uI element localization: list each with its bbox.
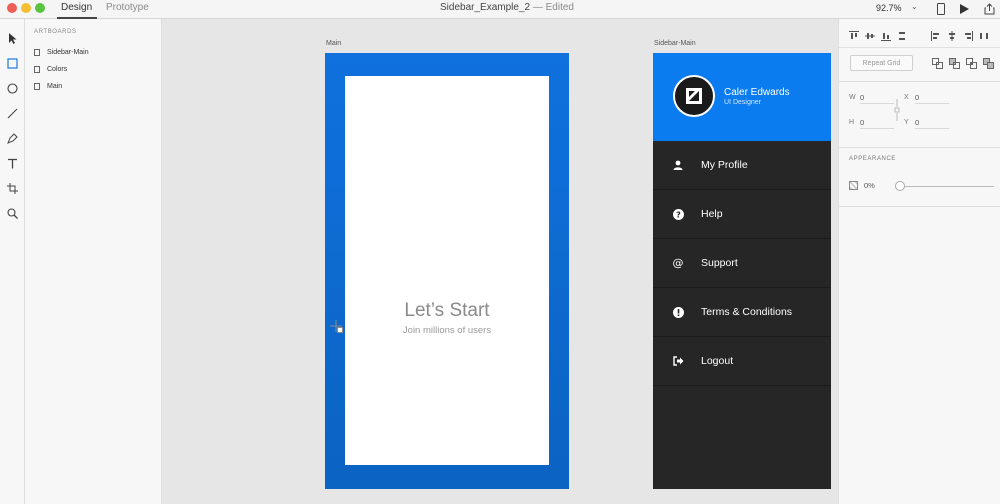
zoom-level[interactable]: 92.7% [876,3,902,13]
line-tool-icon[interactable] [4,105,20,121]
artboard-item-label: Main [47,82,63,90]
artboard-tool-icon[interactable] [4,180,20,196]
tab-design[interactable]: Design [61,2,92,13]
menu-item-logout[interactable]: Logout [653,337,831,386]
appearance-header: APPEARANCE [849,156,897,162]
boolean-exclude-icon[interactable] [983,58,994,69]
document-name: Sidebar_Example_2 [440,2,531,13]
zoom-window-button[interactable] [35,3,45,13]
ellipse-tool-icon[interactable] [4,80,20,96]
brand-logo-icon [686,88,702,104]
close-window-button[interactable] [7,3,17,13]
opacity-slider-track[interactable] [899,186,994,187]
menu-item-label: Terms & Conditions [701,306,793,318]
document-title: Sidebar_Example_2 — Edited [440,2,574,13]
artboard-icon [34,48,40,56]
menu-item-label: Support [701,257,738,269]
hero-subtitle: Join millions of users [402,325,492,336]
sidebar-artboard[interactable]: Caler Edwards UI Designer My Profile ? H… [653,53,831,489]
logout-icon [671,354,685,368]
opacity-field[interactable]: 0% [864,181,875,190]
x-field[interactable]: 0 [915,93,949,104]
align-bottom-icon[interactable] [881,31,891,41]
select-tool-icon[interactable] [4,30,20,46]
align-middle-icon[interactable] [865,31,875,41]
repeat-grid-button[interactable]: Repeat Grid [850,55,913,71]
x-label: X [904,94,909,101]
crosshair-cursor-icon [330,320,344,334]
avatar[interactable] [673,75,715,117]
menu-item-support[interactable]: @ Support [653,239,831,288]
hero-title: Let’s Start [404,300,490,321]
align-top-icon[interactable] [849,31,859,41]
distribute-horizontal-icon[interactable] [979,31,989,41]
exclamation-icon [671,305,685,319]
zoom-tool-icon[interactable] [4,205,20,221]
at-icon: @ [671,256,685,270]
artboards-header: ARTBOARDS [34,29,77,35]
device-preview-icon[interactable] [934,1,948,17]
app-window: Design Prototype Sidebar_Example_2 — Edi… [0,0,1000,504]
svg-text:@: @ [673,257,684,269]
artboard-item-sidebar-main[interactable]: Sidebar-Main [34,46,89,58]
share-icon[interactable] [982,1,996,17]
y-field[interactable]: 0 [915,118,949,129]
divider [839,206,1000,207]
height-label: H [849,119,855,126]
divider [839,147,1000,148]
artboard-item-label: Sidebar-Main [47,48,89,56]
lock-aspect-icon[interactable] [894,99,900,121]
menu-item-help[interactable]: ? Help [653,190,831,239]
pen-tool-icon[interactable] [4,130,20,146]
play-icon[interactable] [957,1,971,17]
rectangle-tool-icon[interactable] [4,55,20,71]
height-field[interactable]: 0 [860,118,894,129]
distribute-vertical-icon[interactable] [897,31,907,41]
svg-text:?: ? [676,210,681,219]
boolean-subtract-icon[interactable] [949,58,960,69]
divider [839,81,1000,82]
design-canvas[interactable]: Main Let’s Start Join millions of users … [162,19,838,504]
artboard-icon [34,82,40,90]
main-artboard[interactable]: Let’s Start Join millions of users [325,53,569,489]
menu-item-label: Logout [701,355,734,367]
profile-header: Caler Edwards UI Designer [653,53,831,141]
artboard-item-main[interactable]: Main [34,80,62,92]
menu-item-label: Help [701,208,723,220]
artboard-item-colors[interactable]: Colors [34,63,67,75]
boolean-add-icon[interactable] [932,58,943,69]
opacity-icon [849,181,858,190]
text-tool-icon[interactable] [4,155,20,171]
artboard-icon [34,65,40,73]
document-status: — Edited [532,2,574,13]
tool-bar [0,19,25,504]
user-icon [671,158,685,172]
width-field[interactable]: 0 [860,93,894,104]
align-center-icon[interactable] [947,31,957,41]
y-label: Y [904,119,909,126]
question-icon: ? [671,207,685,221]
user-role: UI Designer [724,99,761,106]
sidebar-artboard-label[interactable]: Sidebar-Main [654,40,696,47]
artboards-panel: ARTBOARDS Sidebar-Main Colors Main [25,19,162,504]
width-label: W [849,94,856,101]
user-name: Caler Edwards [724,87,790,98]
menu-item-my-profile[interactable]: My Profile [653,141,831,190]
content-card[interactable]: Let’s Start Join millions of users [345,76,549,465]
menu-item-terms-conditions[interactable]: Terms & Conditions [653,288,831,337]
align-right-icon[interactable] [963,31,973,41]
tab-prototype[interactable]: Prototype [106,2,149,13]
menu-item-label: My Profile [701,159,748,171]
boolean-intersect-icon[interactable] [966,58,977,69]
repeat-grid-label: Repeat Grid [862,59,901,67]
opacity-slider-handle[interactable] [895,181,905,191]
align-left-icon[interactable] [931,31,941,41]
artboard-item-label: Colors [47,65,68,73]
main-artboard-label[interactable]: Main [326,40,341,47]
chevron-down-icon[interactable]: ⌄ [911,2,918,11]
title-bar: Design Prototype Sidebar_Example_2 — Edi… [0,0,1000,19]
properties-panel: Repeat Grid W 0 X 0 H 0 Y 0 APPEARANCE 0… [838,19,1000,504]
divider [839,47,1000,48]
minimize-window-button[interactable] [21,3,31,13]
